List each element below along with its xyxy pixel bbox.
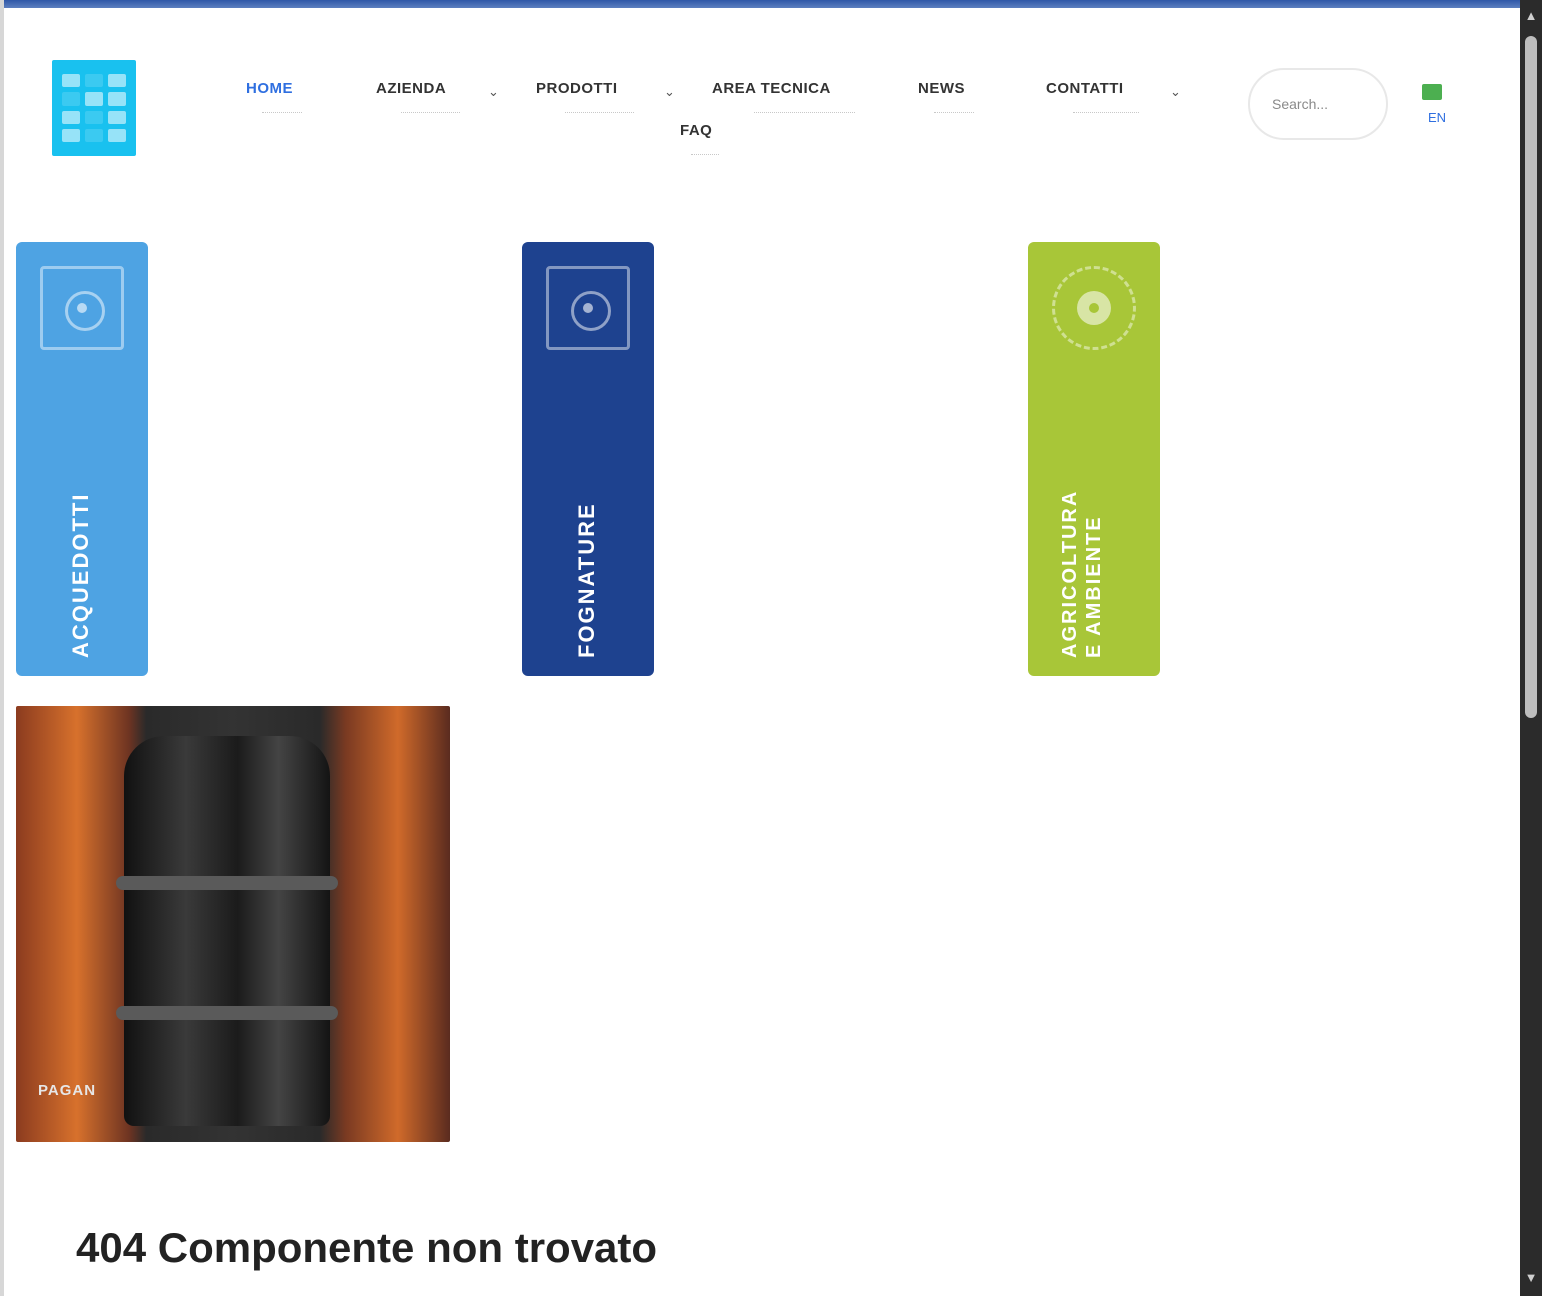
chevron-down-icon[interactable]: ⌄: [664, 84, 675, 100]
scroll-down-arrow-icon[interactable]: ▼: [1523, 1270, 1539, 1286]
nav-item-home[interactable]: HOME: [246, 80, 303, 113]
page-title: 404 Componente non trovato: [76, 1224, 658, 1271]
chevron-down-icon[interactable]: ⌄: [1170, 84, 1181, 100]
nav-item-azienda[interactable]: AZIENDA: [376, 80, 461, 113]
pipe-ring-graphic: [116, 1006, 338, 1020]
nav-item-faq[interactable]: FAQ: [680, 122, 720, 155]
vertical-scrollbar[interactable]: ▲ ▼: [1520, 0, 1542, 1296]
photo-caption: PAGAN: [38, 1082, 97, 1099]
nav-item-prodotti[interactable]: PRODOTTI: [536, 80, 634, 113]
scroll-up-arrow-icon[interactable]: ▲: [1523, 8, 1539, 24]
tab-acquedotti[interactable]: ACQUEDOTTI: [16, 242, 148, 676]
tab-label: FOGNATURE: [574, 502, 599, 658]
target-icon: [546, 266, 630, 350]
pipe-ring-graphic: [116, 876, 338, 890]
browser-viewport: HOME AZIENDA ⌄ PRODOTTI ⌄ AREA TECNICA N…: [0, 0, 1520, 1296]
sun-icon: [1052, 266, 1136, 350]
nav-item-news[interactable]: NEWS: [918, 80, 975, 113]
scrollbar-thumb[interactable]: [1525, 36, 1537, 718]
tab-agricoltura-ambiente[interactable]: AGRICOLTURA E AMBIENTE: [1028, 242, 1160, 676]
chevron-down-icon[interactable]: ⌄: [488, 84, 499, 100]
target-icon: [40, 266, 124, 350]
product-photo: PAGAN: [16, 706, 450, 1142]
pipe-drum-graphic: [124, 736, 330, 1126]
search-input[interactable]: [1248, 68, 1388, 140]
language-flag-icon[interactable]: [1422, 84, 1442, 100]
nav-item-area-tecnica[interactable]: AREA TECNICA: [712, 80, 855, 113]
tab-label: ACQUEDOTTI: [68, 492, 93, 658]
tab-fognature[interactable]: FOGNATURE: [522, 242, 654, 676]
nav-item-contatti[interactable]: CONTATTI: [1046, 80, 1139, 113]
language-code[interactable]: EN: [1428, 110, 1446, 125]
tab-label: AGRICOLTURA E AMBIENTE: [1059, 489, 1105, 658]
